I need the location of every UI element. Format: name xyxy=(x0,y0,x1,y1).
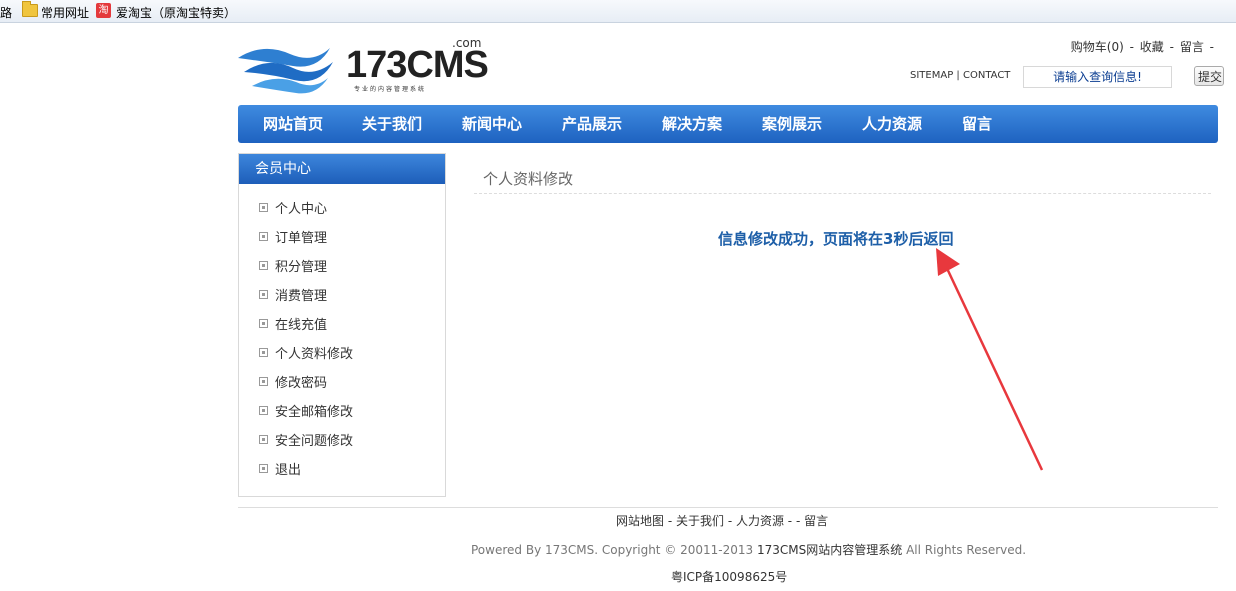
bullet-icon xyxy=(259,406,268,415)
sidebar-item-orders[interactable]: 订单管理 xyxy=(259,229,353,258)
separator: - xyxy=(1209,40,1214,54)
sidebar-item-profile-center[interactable]: 个人中心 xyxy=(259,200,353,229)
separator: - xyxy=(1169,40,1174,54)
logo-wave-icon xyxy=(238,48,333,94)
separator: | xyxy=(956,70,960,81)
sidebar-item-recharge[interactable]: 在线充值 xyxy=(259,316,353,345)
sitemap-link[interactable]: SITEMAP xyxy=(910,70,953,81)
footer-divider xyxy=(238,507,1218,508)
sidebar-item-spending[interactable]: 消费管理 xyxy=(259,287,353,316)
bookmark-partial[interactable]: 路 xyxy=(0,4,12,21)
bullet-icon xyxy=(259,464,268,473)
bullet-icon xyxy=(259,203,268,212)
footer-sitemap-link[interactable]: 网站地图 xyxy=(616,514,664,528)
sidebar-item-change-password[interactable]: 修改密码 xyxy=(259,374,353,403)
bullet-icon xyxy=(259,261,268,270)
separator: - xyxy=(664,514,676,528)
bullet-icon xyxy=(259,319,268,328)
sidebar-item-points[interactable]: 积分管理 xyxy=(259,258,353,287)
member-sidebar: 会员中心 个人中心 订单管理 积分管理 消费管理 在线充值 个人资料修改 修改密… xyxy=(238,153,446,497)
sidebar-item-logout[interactable]: 退出 xyxy=(259,461,353,490)
utility-links: SITEMAP | CONTACT xyxy=(910,70,1010,81)
taobao-icon: 淘 xyxy=(96,3,111,18)
sidebar-menu: 个人中心 订单管理 积分管理 消费管理 在线充值 个人资料修改 修改密码 安全邮… xyxy=(259,200,353,490)
bookmark-folder-common[interactable]: 常用网址 xyxy=(41,4,89,21)
nav-home[interactable]: 网站首页 xyxy=(263,105,323,143)
bullet-icon xyxy=(259,348,268,357)
bullet-icon xyxy=(259,377,268,386)
search-input[interactable]: 请输入查询信息! xyxy=(1023,66,1172,88)
nav-cases[interactable]: 案例展示 xyxy=(762,105,822,143)
footer-links: 网站地图 - 关于我们 - 人力资源 - - 留言 xyxy=(616,512,828,529)
folder-icon xyxy=(22,1,38,17)
separator: - xyxy=(724,514,736,528)
logo-subtitle: 专业的内容管理系统 xyxy=(354,86,427,93)
bullet-icon xyxy=(259,290,268,299)
separator: - xyxy=(1129,40,1134,54)
favorite-link[interactable]: 收藏 xyxy=(1140,40,1164,54)
nav-hr[interactable]: 人力资源 xyxy=(862,105,922,143)
logo-text: 173CMS xyxy=(346,44,489,86)
search-submit-button[interactable]: 提交 xyxy=(1194,66,1224,86)
cart-link[interactable]: 购物车(0) xyxy=(1071,40,1124,54)
nav-about[interactable]: 关于我们 xyxy=(362,105,422,143)
sidebar-item-edit-profile[interactable]: 个人资料修改 xyxy=(259,345,353,374)
footer-message-link[interactable]: 留言 xyxy=(804,514,828,528)
copyright-brand: 173CMS网站内容管理系统 xyxy=(756,543,903,557)
icp-number[interactable]: 粤ICP备10098625号 xyxy=(671,568,787,585)
separator: - xyxy=(783,514,796,528)
nav-products[interactable]: 产品展示 xyxy=(562,105,622,143)
sidebar-title: 会员中心 xyxy=(239,154,445,184)
sidebar-item-security-email[interactable]: 安全邮箱修改 xyxy=(259,403,353,432)
logo-com: .com xyxy=(452,36,482,50)
nav-message[interactable]: 留言 xyxy=(962,105,992,143)
bullet-icon xyxy=(259,232,268,241)
nav-solutions[interactable]: 解决方案 xyxy=(662,105,722,143)
bullet-icon xyxy=(259,435,268,444)
contact-link[interactable]: CONTACT xyxy=(963,70,1010,81)
nav-news[interactable]: 新闻中心 xyxy=(462,105,522,143)
page-title: 个人资料修改 xyxy=(483,170,574,188)
red-arrow-icon xyxy=(936,248,1044,471)
bookmark-taobao[interactable]: 爱淘宝（原淘宝特卖） xyxy=(116,4,236,21)
sidebar-item-security-question[interactable]: 安全问题修改 xyxy=(259,432,353,461)
bookmarks-bar: 路 常用网址 淘 爱淘宝（原淘宝特卖） xyxy=(0,0,1236,23)
separator: - xyxy=(795,514,805,528)
site-logo[interactable]: 173CMS .com 专业的内容管理系统 xyxy=(238,36,489,96)
main-nav: 网站首页 关于我们 新闻中心 产品展示 解决方案 案例展示 人力资源 留言 xyxy=(238,105,1218,143)
title-divider xyxy=(474,193,1211,194)
success-message: 信息修改成功，页面将在3秒后返回 xyxy=(718,230,954,248)
copyright: Powered By 173CMS. Copyright © 20011-201… xyxy=(471,543,1027,557)
message-link[interactable]: 留言 xyxy=(1180,40,1204,54)
footer-hr-link[interactable]: 人力资源 xyxy=(736,514,784,528)
top-links: 购物车(0) - 收藏 - 留言 - xyxy=(1069,38,1214,55)
footer-about-link[interactable]: 关于我们 xyxy=(676,514,724,528)
